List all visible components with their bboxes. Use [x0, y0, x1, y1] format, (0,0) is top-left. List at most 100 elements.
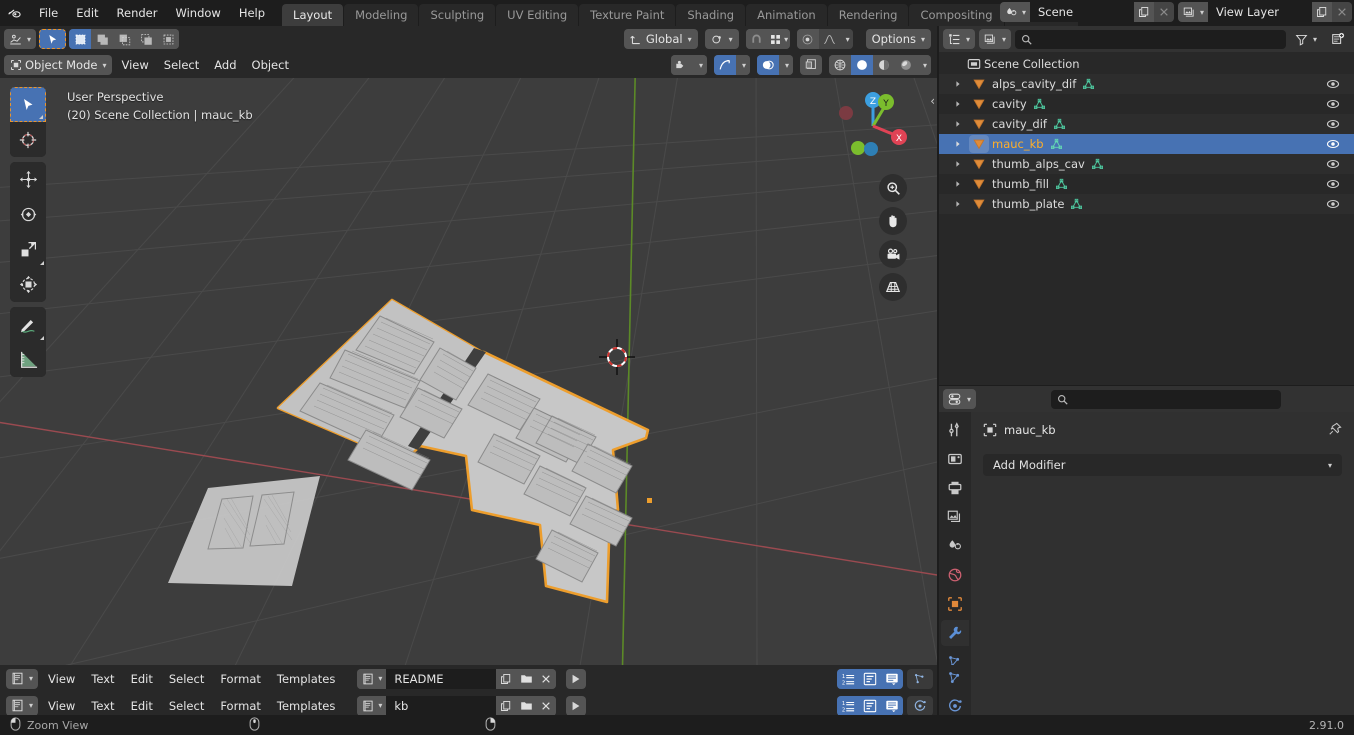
text1-run-script-button[interactable] [566, 668, 587, 689]
view-layer-icon[interactable]: ▾ [1177, 2, 1208, 22]
text1-menu-view[interactable]: View [42, 669, 81, 689]
tab-scene[interactable] [941, 533, 969, 559]
visibility-eye-icon[interactable] [1326, 97, 1340, 114]
pivot-point-selector[interactable]: ▾ [704, 29, 739, 49]
eye-icon[interactable] [671, 55, 693, 75]
proportional-edit-icon[interactable] [796, 29, 819, 49]
text2-menu-templates[interactable]: Templates [271, 696, 341, 716]
shading-dropdown-icon[interactable]: ▾ [917, 55, 931, 75]
expand-chevron-icon[interactable] [947, 160, 969, 168]
toggle-sidebar-icon[interactable]: ‹ [930, 94, 935, 108]
gizmo-dropdown-icon[interactable]: ▾ [736, 55, 750, 75]
menu-file[interactable]: File [30, 3, 67, 23]
viewport-menu-select[interactable]: Select [158, 55, 205, 75]
options-button[interactable]: Options ▾ [865, 29, 931, 49]
select-extend-icon[interactable] [91, 29, 114, 49]
word-wrap-icon[interactable] [859, 668, 881, 689]
tab-uv-editing[interactable]: UV Editing [496, 4, 579, 26]
outliner-display-mode-button[interactable]: ▾ [979, 29, 1012, 49]
overlays-dropdown-icon[interactable]: ▾ [779, 55, 793, 75]
visibility-eye-icon[interactable] [1326, 197, 1340, 214]
blender-logo-icon[interactable] [0, 0, 30, 26]
outliner-search-input[interactable] [1015, 29, 1286, 49]
editor-type-selector[interactable]: ▾ [4, 29, 37, 49]
tab-output[interactable] [941, 475, 969, 501]
outliner-item-thumb_fill[interactable]: thumb_fill [939, 174, 1354, 194]
text2-menu-edit[interactable]: Edit [125, 696, 159, 716]
select-set-icon[interactable] [69, 29, 92, 49]
falloff-curve-icon[interactable] [818, 29, 841, 49]
text2-unlink-button[interactable] [536, 695, 557, 716]
falloff-dropdown-icon[interactable]: ▾ [840, 29, 853, 49]
overlays-icon[interactable] [757, 55, 779, 75]
text2-menu-select[interactable]: Select [163, 696, 210, 716]
text-editor-1-type-button[interactable]: ▾ [6, 668, 39, 689]
expand-chevron-icon[interactable] [947, 200, 969, 208]
tab-modeling[interactable]: Modeling [344, 4, 419, 26]
outliner-item-alps_cavity_dif[interactable]: alps_cavity_dif [939, 74, 1354, 94]
outliner-item-mauc_kb[interactable]: mauc_kb [939, 134, 1354, 154]
visibility-eye-icon[interactable] [1326, 117, 1340, 134]
outliner-editor-type-button[interactable]: ▾ [943, 29, 976, 49]
text2-run-script-button[interactable] [566, 695, 587, 716]
scene-name[interactable]: Scene [1029, 2, 1134, 22]
move-tool[interactable] [10, 162, 46, 197]
text1-menu-select[interactable]: Select [163, 669, 210, 689]
magnet-icon[interactable] [745, 29, 768, 49]
text1-menu-format[interactable]: Format [214, 669, 267, 689]
tab-tool[interactable] [941, 417, 969, 443]
pin-icon[interactable] [1328, 422, 1342, 439]
shading-rendered-icon[interactable] [895, 55, 917, 75]
properties-search-input[interactable] [1051, 389, 1281, 409]
tab-modifier[interactable] [941, 620, 969, 646]
unlink-scene-button[interactable] [1153, 2, 1174, 22]
cursor-tool[interactable] [10, 122, 46, 157]
hand-icon[interactable] [879, 207, 907, 235]
camera-icon[interactable] [879, 240, 907, 268]
outliner-item-thumb_plate[interactable]: thumb_plate [939, 194, 1354, 214]
menu-edit[interactable]: Edit [67, 3, 107, 23]
new-view-layer-button[interactable] [1312, 2, 1332, 22]
navigation-gizmo[interactable]: Z Y X [833, 86, 913, 166]
view-layer-selector[interactable]: ▾ View Layer [1177, 2, 1352, 22]
menu-window[interactable]: Window [166, 3, 229, 23]
outliner-item-thumb_alps_cav[interactable]: thumb_alps_cav [939, 154, 1354, 174]
tab-particles-bottom[interactable] [941, 665, 969, 691]
viewport-canvas[interactable] [0, 78, 937, 666]
add-modifier-button[interactable]: Add Modifier ▾ [983, 454, 1342, 476]
gizmo-icon[interactable] [714, 55, 736, 75]
text1-filename[interactable]: README [386, 668, 497, 689]
viewport-menu-view[interactable]: View [115, 55, 154, 75]
text1-menu-templates[interactable]: Templates [271, 669, 341, 689]
text2-menu-view[interactable]: View [42, 696, 81, 716]
visibility-eye-icon[interactable] [1326, 177, 1340, 194]
transform-orientation-selector[interactable]: Global ▾ [623, 29, 698, 49]
text1-open-button[interactable] [516, 668, 537, 689]
shading-solid-icon[interactable] [851, 55, 873, 75]
view-layer-name[interactable]: View Layer [1208, 2, 1312, 22]
shading-wireframe-icon[interactable] [829, 55, 851, 75]
outliner-root-collection[interactable]: Scene Collection [939, 54, 1354, 74]
scene-icon[interactable]: ▾ [999, 2, 1030, 22]
text1-side-icon[interactable] [907, 668, 933, 689]
select-subtract-icon[interactable] [113, 29, 136, 49]
viewport-3d[interactable]: ▾ Global ▾ ▾ ▾ ▾ Options ▾ Object Mode ▾… [0, 26, 937, 666]
text1-menu-text[interactable]: Text [85, 669, 120, 689]
text1-unlink-button[interactable] [536, 668, 557, 689]
new-collection-button[interactable] [1326, 29, 1350, 49]
snap-target-icon[interactable]: ▾ [767, 29, 790, 49]
line-numbers-icon[interactable]: 12 [837, 695, 859, 716]
remove-view-layer-button[interactable] [1332, 2, 1352, 22]
tab-texture-paint[interactable]: Texture Paint [579, 4, 676, 26]
outliner-editor[interactable]: ▾ ▾ ▾ Scene Collection alps_cavity_dif c… [939, 26, 1354, 385]
select-box-tool[interactable] [10, 87, 46, 122]
expand-chevron-icon[interactable] [947, 100, 969, 108]
expand-chevron-icon[interactable] [947, 80, 969, 88]
visibility-eye-icon[interactable] [1326, 157, 1340, 174]
tab-sculpting[interactable]: Sculpting [419, 4, 496, 26]
text2-open-button[interactable] [516, 695, 537, 716]
scene-selector[interactable]: ▾ Scene [999, 2, 1174, 22]
text2-menu-format[interactable]: Format [214, 696, 267, 716]
xray-icon[interactable] [800, 55, 822, 75]
outliner-filter-button[interactable]: ▾ [1290, 29, 1322, 49]
